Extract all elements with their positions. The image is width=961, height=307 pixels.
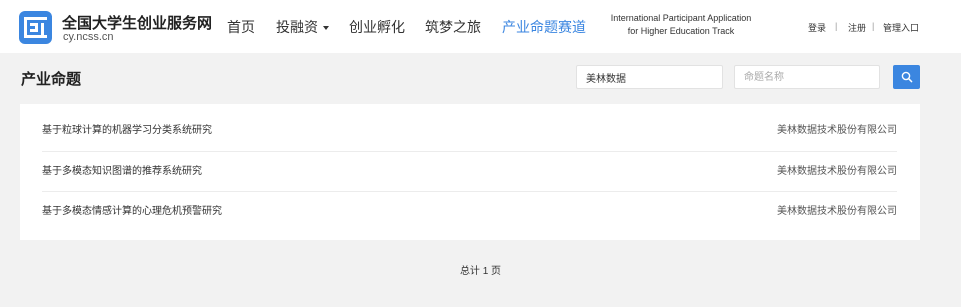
site-header: 全国大学生创业服务网 cy.ncss.cn 首页 投融资 创业孵化 筑梦之旅 产… xyxy=(0,0,961,53)
caret-down-icon xyxy=(323,26,329,31)
login-link[interactable]: 登录 xyxy=(808,21,826,34)
register-link[interactable]: 注册 xyxy=(848,21,866,34)
topic-title[interactable]: 基于多模态知识图谱的推荐系统研究 xyxy=(42,152,202,192)
topic-title[interactable]: 基于粒球计算的机器学习分类系统研究 xyxy=(42,111,212,151)
search-icon xyxy=(901,71,912,83)
topic-company: 美林数据技术股份有限公司 xyxy=(777,206,897,217)
page-title: 产业命题 xyxy=(21,71,82,88)
nav-incubation[interactable]: 创业孵化 xyxy=(349,17,405,37)
cy-logo-icon[interactable] xyxy=(19,11,52,44)
topic-list: 基于粒球计算的机器学习分类系统研究 美林数据技术股份有限公司 基于多模态知识图谱… xyxy=(20,104,920,240)
topic-title[interactable]: 基于多模态情感计算的心理危机预警研究 xyxy=(42,192,222,232)
auth-separator: | xyxy=(835,21,838,31)
topic-row[interactable]: 基于粒球计算的机器学习分类系统研究 美林数据技术股份有限公司 xyxy=(42,111,897,151)
brand-title[interactable]: 全国大学生创业服务网 xyxy=(62,12,212,33)
nav-dream-journey[interactable]: 筑梦之旅 xyxy=(425,17,481,37)
nav-international-application[interactable]: International Participant Application fo… xyxy=(604,12,758,38)
company-search-input[interactable] xyxy=(576,65,723,89)
intl-line-1: International Participant Application xyxy=(610,13,752,23)
nav-industry-track[interactable]: 产业命题赛道 xyxy=(502,17,586,37)
topic-row[interactable]: 基于多模态知识图谱的推荐系统研究 美林数据技术股份有限公司 xyxy=(42,151,897,191)
admin-link[interactable]: 管理入口 xyxy=(883,21,919,34)
search-button[interactable] xyxy=(893,65,920,89)
brand-subtitle: cy.ncss.cn xyxy=(63,31,114,43)
nav-home[interactable]: 首页 xyxy=(227,17,255,37)
topic-row[interactable]: 基于多模态情感计算的心理危机预警研究 美林数据技术股份有限公司 xyxy=(42,191,897,231)
pagination-summary: 总计 1 页 xyxy=(459,266,502,277)
auth-separator: | xyxy=(872,21,875,31)
topic-search-input[interactable] xyxy=(734,65,880,89)
intl-line-2: for Higher Education Track xyxy=(627,26,735,36)
nav-investment-label: 投融资 xyxy=(276,19,318,35)
nav-investment[interactable]: 投融资 xyxy=(276,17,329,37)
topic-company: 美林数据技术股份有限公司 xyxy=(777,125,897,136)
topic-company: 美林数据技术股份有限公司 xyxy=(777,166,897,177)
